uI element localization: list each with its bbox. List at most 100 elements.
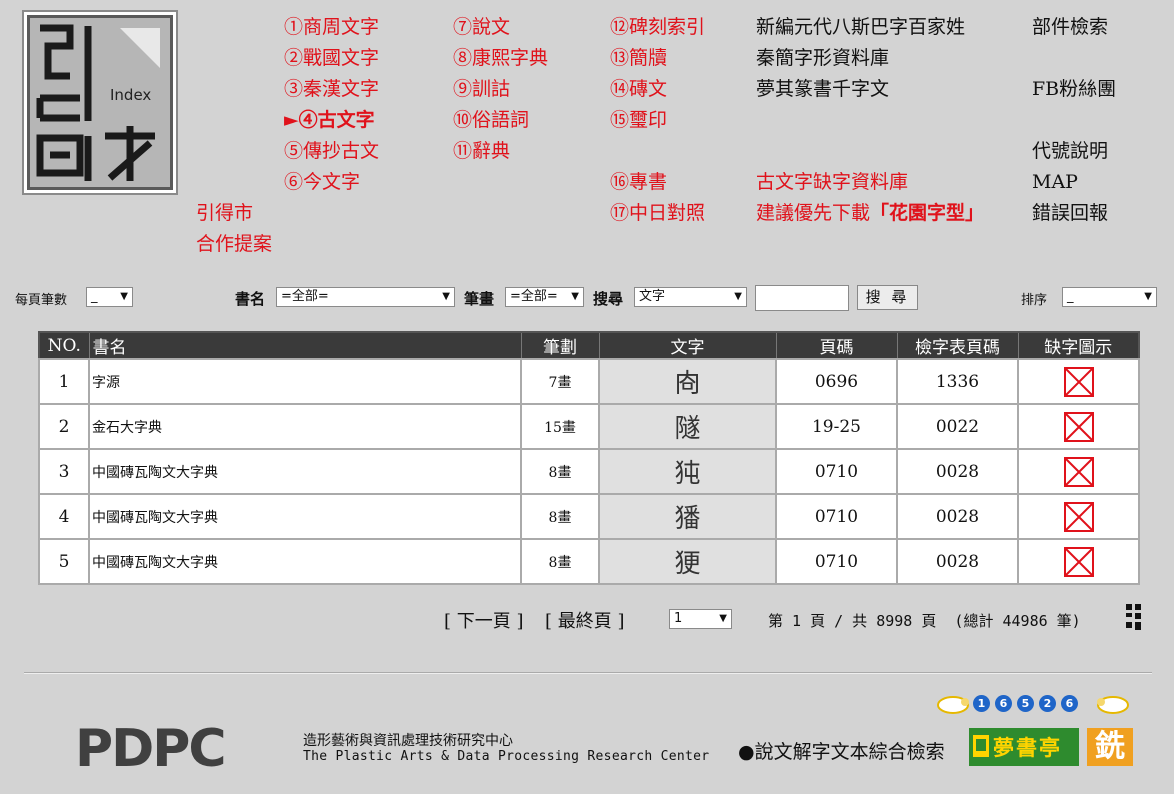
logo-index-text: Index bbox=[110, 86, 152, 104]
library-logo[interactable]: 夢書亭 bbox=[969, 728, 1079, 766]
sort-select-value: _ bbox=[1067, 289, 1074, 304]
table-row[interactable]: 3 中國磚瓦陶文大字典 8畫 㹠 0710 0028 bbox=[38, 448, 1140, 495]
per-page-select[interactable]: _ ▼ bbox=[86, 287, 133, 307]
next-page-link[interactable]: [ 下一頁 ] bbox=[444, 607, 524, 633]
missing-char-icon[interactable] bbox=[1063, 501, 1094, 532]
dropdown-arrow-icon: ▼ bbox=[571, 291, 579, 302]
nav-code-explanation[interactable]: 代號說明 bbox=[1032, 139, 1108, 163]
stroke-label: 筆畫 bbox=[464, 290, 495, 308]
nav-sino-japanese[interactable]: ⑰中日對照 bbox=[610, 201, 705, 225]
library-logo-text: 夢書亭 bbox=[993, 735, 1062, 760]
partner-logo[interactable]: 銑 bbox=[1087, 728, 1133, 766]
nav-fb-fanpage[interactable]: FB粉絲團 bbox=[1032, 77, 1116, 101]
table-row[interactable]: 1 字源 7畫 㕯 0696 1336 bbox=[38, 358, 1140, 405]
search-input[interactable] bbox=[755, 285, 849, 311]
cell-strokes: 8畫 bbox=[520, 538, 600, 585]
cell-no: 4 bbox=[38, 493, 90, 540]
col-header-page: 頁碼 bbox=[775, 331, 898, 360]
nav-dictionary[interactable]: ⑪辭典 bbox=[453, 139, 510, 163]
org-name-chinese: 造形藝術與資訊處理技術研究中心 bbox=[303, 733, 513, 749]
search-button[interactable]: 搜 尋 bbox=[857, 285, 918, 310]
cell-missing-image[interactable] bbox=[1017, 358, 1140, 405]
counter-digit: 5 bbox=[1017, 695, 1034, 712]
nav-error-report[interactable]: 錯誤回報 bbox=[1032, 201, 1108, 225]
page-select[interactable]: 1 ▼ bbox=[669, 609, 732, 629]
counter-digit: 6 bbox=[1061, 695, 1078, 712]
dropdown-arrow-icon: ▼ bbox=[719, 613, 727, 624]
cell-missing-image[interactable] bbox=[1017, 493, 1140, 540]
nav-map[interactable]: MAP bbox=[1032, 170, 1078, 194]
book-select-value: =全部= bbox=[281, 289, 329, 304]
book-select[interactable]: =全部= ▼ bbox=[276, 287, 455, 307]
nav-transmitted-ancient[interactable]: ⑤傳抄古文 bbox=[284, 139, 379, 163]
col-header-strokes: 筆劃 bbox=[520, 331, 600, 360]
sheep-right-icon bbox=[1097, 696, 1129, 714]
missing-char-icon[interactable] bbox=[1063, 546, 1094, 577]
pdpc-logo[interactable]: PDPC bbox=[75, 722, 267, 770]
cell-no: 1 bbox=[38, 358, 90, 405]
stroke-select[interactable]: =全部= ▼ bbox=[505, 287, 584, 307]
sort-label: 排序 bbox=[1021, 293, 1048, 308]
nav-ancient-script-active[interactable]: ►④古文字 bbox=[284, 108, 375, 132]
table-row[interactable]: 4 中國磚瓦陶文大字典 8畫 㺕 0710 0028 bbox=[38, 493, 1140, 540]
nav-shuowen[interactable]: ⑦說文 bbox=[453, 15, 510, 39]
cell-missing-image[interactable] bbox=[1017, 403, 1140, 450]
search-type-value: 文字 bbox=[639, 289, 666, 304]
download-suggestion-text: 建議優先下載「花園字型」 bbox=[756, 201, 984, 225]
counter-digit: 1 bbox=[973, 695, 990, 712]
table-row[interactable]: 5 中國磚瓦陶文大字典 8畫 㹴 0710 0028 bbox=[38, 538, 1140, 585]
dropdown-arrow-icon: ▼ bbox=[120, 291, 128, 302]
cell-index-page: 0028 bbox=[896, 538, 1019, 585]
nav-monograph[interactable]: ⑯專書 bbox=[610, 170, 667, 194]
cell-no: 5 bbox=[38, 538, 90, 585]
library-book-icon bbox=[973, 735, 989, 757]
sort-select[interactable]: _ ▼ bbox=[1062, 287, 1157, 307]
nav-brick-text[interactable]: ⑭磚文 bbox=[610, 77, 667, 101]
nav-modern-script[interactable]: ⑥今文字 bbox=[284, 170, 360, 194]
table-row[interactable]: 2 金石大字典 15畫 隧 19-25 0022 bbox=[38, 403, 1140, 450]
cell-page: 0710 bbox=[775, 493, 898, 540]
nav-qin-slips-database[interactable]: 秦簡字形資料庫 bbox=[756, 46, 889, 70]
cell-missing-image[interactable] bbox=[1017, 538, 1140, 585]
nav-stele-index[interactable]: ⑫碑刻索引 bbox=[610, 15, 705, 39]
cell-index-page: 1336 bbox=[896, 358, 1019, 405]
cell-char: 隧 bbox=[598, 403, 777, 450]
shuowen-search-link[interactable]: ●說文解字文本綜合檢索 bbox=[738, 737, 945, 764]
cell-book: 字源 bbox=[88, 358, 522, 405]
missing-char-icon[interactable] bbox=[1063, 411, 1094, 442]
cell-index-page: 0028 bbox=[896, 493, 1019, 540]
cell-page: 0710 bbox=[775, 448, 898, 495]
nav-colloquial[interactable]: ⑩俗語詞 bbox=[453, 108, 529, 132]
missing-char-icon[interactable] bbox=[1063, 456, 1094, 487]
cell-index-page: 0022 bbox=[896, 403, 1019, 450]
cell-no: 2 bbox=[38, 403, 90, 450]
table-header-row: NO. 書名 筆劃 文字 頁碼 檢字表頁碼 缺字圖示 bbox=[38, 331, 1140, 360]
nav-missing-char-database[interactable]: 古文字缺字資料庫 bbox=[756, 170, 908, 194]
nav-index-market[interactable]: 引得市 bbox=[196, 201, 253, 225]
nav-seal[interactable]: ⑮璽印 bbox=[610, 108, 667, 132]
nav-phagspa-surnames[interactable]: 新編元代八斯巴字百家姓 bbox=[756, 15, 965, 39]
page-jump-icon[interactable] bbox=[1125, 604, 1143, 630]
cell-no: 3 bbox=[38, 448, 90, 495]
col-header-char: 文字 bbox=[598, 331, 777, 360]
missing-char-icon[interactable] bbox=[1063, 366, 1094, 397]
dropdown-arrow-icon: ▼ bbox=[734, 291, 742, 302]
nav-seal-thousand-char[interactable]: 夢其篆書千字文 bbox=[756, 77, 889, 101]
index-logo[interactable]: Index bbox=[22, 10, 178, 195]
stroke-select-value: =全部= bbox=[510, 289, 558, 304]
org-name-english: The Plastic Arts & Data Processing Resea… bbox=[303, 749, 710, 764]
nav-shang-zhou[interactable]: ①商周文字 bbox=[284, 15, 379, 39]
nav-component-search[interactable]: 部件檢索 bbox=[1032, 15, 1108, 39]
counter-digit: 2 bbox=[1039, 695, 1056, 712]
search-type-select[interactable]: 文字 ▼ bbox=[634, 287, 747, 307]
nav-xungu[interactable]: ⑨訓詁 bbox=[453, 77, 510, 101]
nav-cooperation-proposal[interactable]: 合作提案 bbox=[196, 232, 272, 256]
cell-index-page: 0028 bbox=[896, 448, 1019, 495]
nav-qin-han[interactable]: ③秦漢文字 bbox=[284, 77, 379, 101]
nav-bamboo-slips[interactable]: ⑬簡牘 bbox=[610, 46, 667, 70]
nav-warring-states[interactable]: ②戰國文字 bbox=[284, 46, 379, 70]
nav-kangxi[interactable]: ⑧康熙字典 bbox=[453, 46, 548, 70]
last-page-link[interactable]: [ 最終頁 ] bbox=[545, 607, 625, 633]
hanazono-font-link[interactable]: 「花園字型」 bbox=[870, 202, 984, 224]
cell-missing-image[interactable] bbox=[1017, 448, 1140, 495]
